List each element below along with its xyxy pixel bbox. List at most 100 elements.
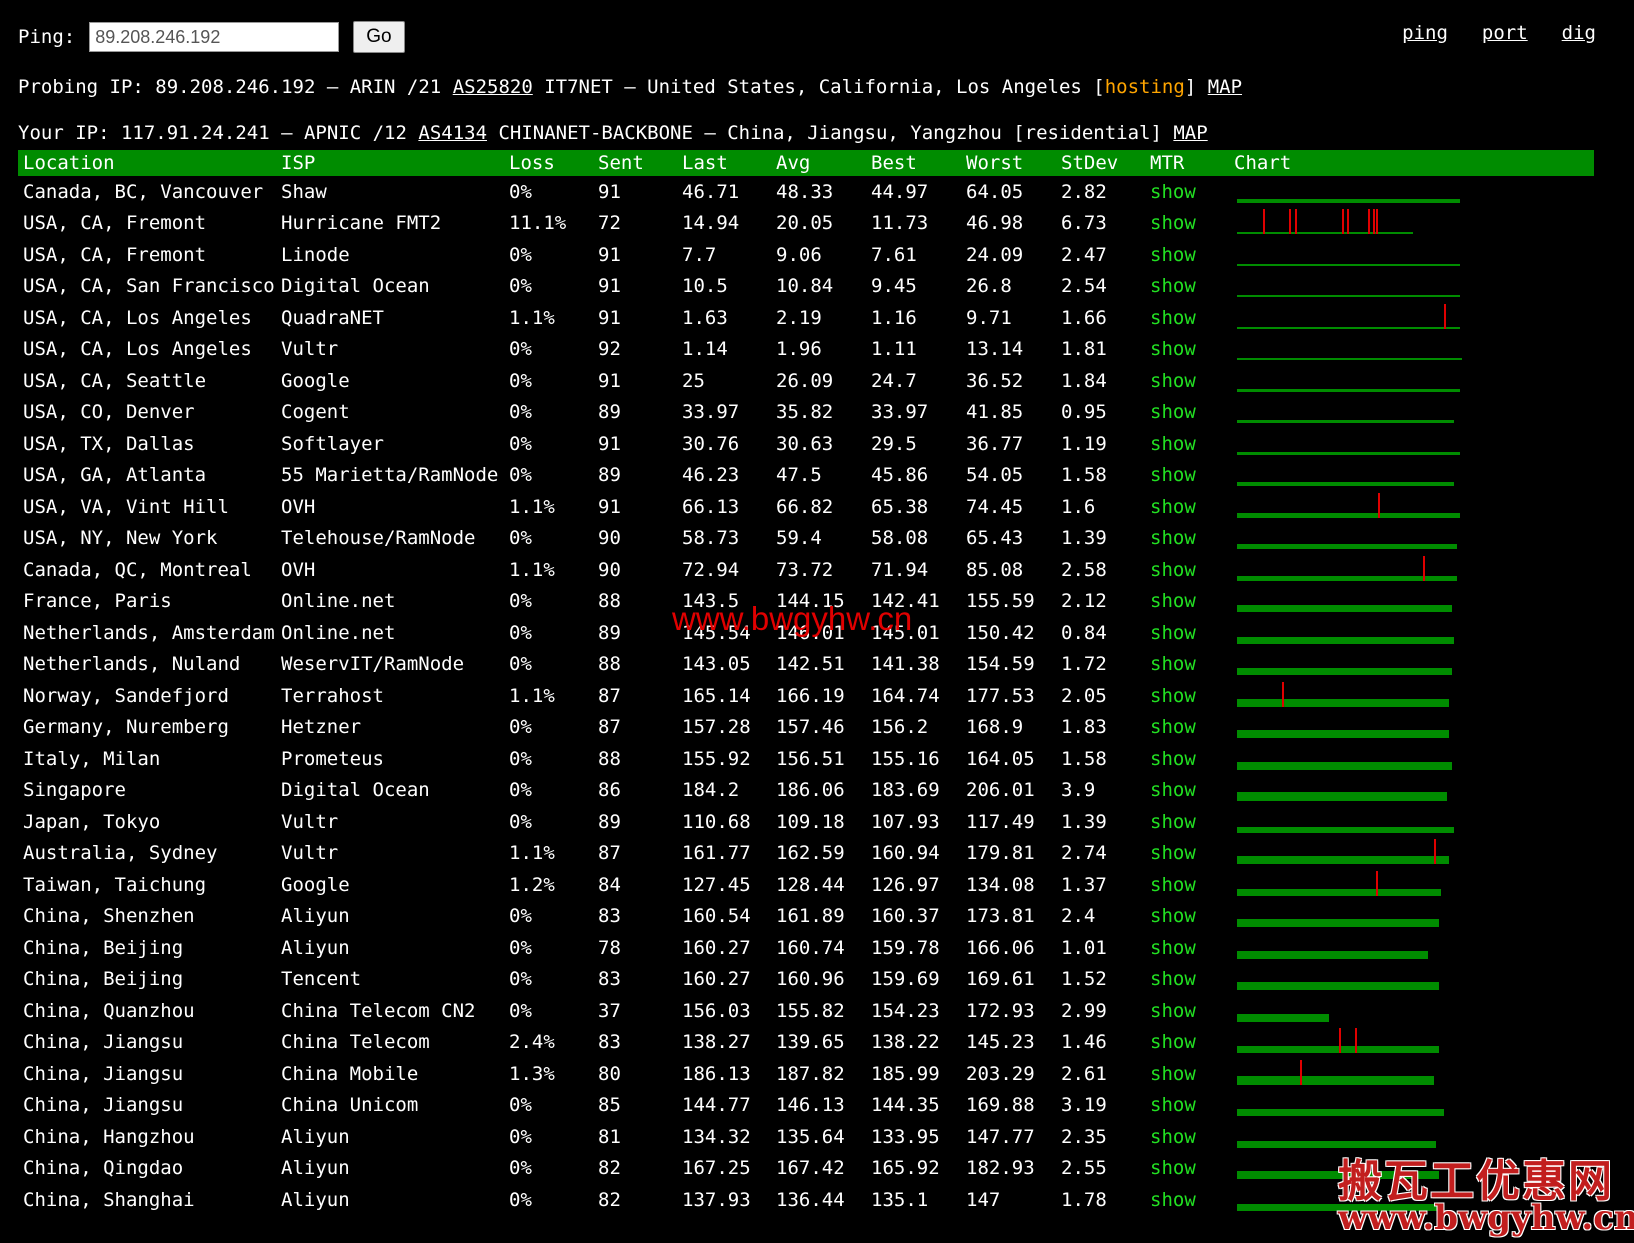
table-row: USA, CA, Fremont Linode 0% 91 7.7 9.06 7.61 24.… [18, 239, 1594, 271]
table-row: Netherlands, Amsterdam Online.net 0% 89 145.… [18, 617, 1594, 649]
your-map-link[interactable]: MAP [1173, 122, 1207, 144]
latency-sparkline [1237, 555, 1457, 581]
cell-isp: Aliyun [281, 1125, 350, 1148]
your-as-link[interactable]: AS4134 [418, 122, 487, 144]
cell-worst: 41.85 [966, 401, 1024, 424]
cell-isp: China Unicom [281, 1094, 419, 1117]
nav-dig-link[interactable]: dig [1562, 22, 1596, 44]
mtr-show-link[interactable]: show [1145, 365, 1229, 397]
latency-sparkline [1237, 950, 1428, 959]
mtr-show-link[interactable]: show [1145, 680, 1229, 712]
mtr-show-link[interactable]: show [1145, 1184, 1229, 1216]
cell-loss: 0% [509, 275, 532, 298]
cell-chart [1229, 901, 1594, 933]
latency-sparkline [1237, 209, 1413, 235]
mtr-show-link[interactable]: show [1145, 271, 1229, 303]
cell-stdev: 1.58 [1061, 747, 1107, 770]
cell-chart [1229, 743, 1594, 775]
cell-stdev: 1.84 [1061, 369, 1107, 392]
cell-worst: 74.45 [966, 495, 1024, 518]
cell-chart [1229, 649, 1594, 681]
your-ip-line: Your IP: 117.91.24.241 – APNIC /12 AS413… [18, 122, 1208, 144]
cell-avg: 160.96 [776, 968, 845, 991]
cell-worst: 147.77 [966, 1125, 1035, 1148]
cell-best: 29.5 [871, 432, 917, 455]
packet-loss-spike [1378, 492, 1380, 518]
cell-stdev: 2.47 [1061, 243, 1107, 266]
mtr-show-link[interactable]: show [1145, 995, 1229, 1027]
mtr-show-link[interactable]: show [1145, 334, 1229, 366]
cell-chart [1229, 586, 1594, 618]
col-loss: Loss [504, 150, 593, 176]
cell-avg: 167.42 [776, 1157, 845, 1180]
cell-avg: 187.82 [776, 1062, 845, 1085]
mtr-show-link[interactable]: show [1145, 586, 1229, 618]
cell-stdev: 0.84 [1061, 621, 1107, 644]
cell-chart [1229, 1058, 1594, 1090]
cell-sent: 82 [598, 1157, 621, 1180]
probing-map-link[interactable]: MAP [1208, 76, 1242, 98]
latency-sparkline [1237, 295, 1460, 298]
latency-sparkline [1237, 982, 1439, 991]
mtr-show-link[interactable]: show [1145, 523, 1229, 555]
latency-bar [1237, 263, 1460, 266]
table-row: USA, VA, Vint Hill OVH 1.1% 91 66.13 66.82 65.… [18, 491, 1594, 523]
table-row: Norway, Sandefjord Terrahost 1.1% 87 165.14 1… [18, 680, 1594, 712]
cell-best: 126.97 [871, 873, 940, 896]
latency-bar [1237, 1013, 1329, 1022]
ping-ip-input[interactable] [89, 22, 340, 52]
mtr-show-link[interactable]: show [1145, 806, 1229, 838]
latency-bar [1237, 730, 1449, 739]
cell-best: 1.11 [871, 338, 917, 361]
cell-loss: 0% [509, 369, 532, 392]
mtr-show-link[interactable]: show [1145, 649, 1229, 681]
cell-best: 135.1 [871, 1188, 929, 1211]
latency-bar [1237, 1109, 1444, 1117]
latency-bar [1237, 358, 1462, 361]
latency-bar [1237, 792, 1447, 802]
mtr-show-link[interactable]: show [1145, 743, 1229, 775]
mtr-show-link[interactable]: show [1145, 302, 1229, 334]
cell-last: 161.77 [682, 842, 751, 865]
mtr-show-link[interactable]: show [1145, 460, 1229, 492]
mtr-show-link[interactable]: show [1145, 1153, 1229, 1185]
mtr-show-link[interactable]: show [1145, 775, 1229, 807]
table-row: Italy, Milan Prometeus 0% 88 155.92 156.51 155… [18, 743, 1594, 775]
cell-location: USA, CA, Fremont [23, 212, 207, 235]
col-location: Location [18, 150, 276, 176]
cell-last: 110.68 [682, 810, 751, 833]
mtr-show-link[interactable]: show [1145, 1121, 1229, 1153]
mtr-show-link[interactable]: show [1145, 554, 1229, 586]
col-last: Last [677, 150, 771, 176]
cell-location: USA, CA, Fremont [23, 243, 207, 266]
mtr-show-link[interactable]: show [1145, 428, 1229, 460]
nav-port-link[interactable]: port [1482, 22, 1528, 44]
mtr-show-link[interactable]: show [1145, 932, 1229, 964]
mtr-show-link[interactable]: show [1145, 712, 1229, 744]
mtr-show-link[interactable]: show [1145, 491, 1229, 523]
cell-sent: 84 [598, 873, 621, 896]
cell-avg: 157.46 [776, 716, 845, 739]
cell-loss: 1.1% [509, 684, 555, 707]
nav-ping-link[interactable]: ping [1402, 22, 1448, 44]
mtr-show-link[interactable]: show [1145, 1058, 1229, 1090]
mtr-show-link[interactable]: show [1145, 1090, 1229, 1122]
mtr-show-link[interactable]: show [1145, 901, 1229, 933]
mtr-show-link[interactable]: show [1145, 176, 1229, 208]
cell-avg: 73.72 [776, 558, 834, 581]
cell-stdev: 1.37 [1061, 873, 1107, 896]
probing-as-link[interactable]: AS25820 [453, 76, 533, 98]
mtr-show-link[interactable]: show [1145, 838, 1229, 870]
cell-sent: 72 [598, 212, 621, 235]
mtr-show-link[interactable]: show [1145, 208, 1229, 240]
mtr-show-link[interactable]: show [1145, 964, 1229, 996]
mtr-show-link[interactable]: show [1145, 617, 1229, 649]
cell-isp: China Telecom [281, 1031, 430, 1054]
cell-isp: QuadraNET [281, 306, 384, 329]
mtr-show-link[interactable]: show [1145, 397, 1229, 429]
cell-location: USA, GA, Atlanta [23, 464, 207, 487]
go-button[interactable]: Go [353, 21, 405, 53]
mtr-show-link[interactable]: show [1145, 239, 1229, 271]
mtr-show-link[interactable]: show [1145, 1027, 1229, 1059]
mtr-show-link[interactable]: show [1145, 869, 1229, 901]
